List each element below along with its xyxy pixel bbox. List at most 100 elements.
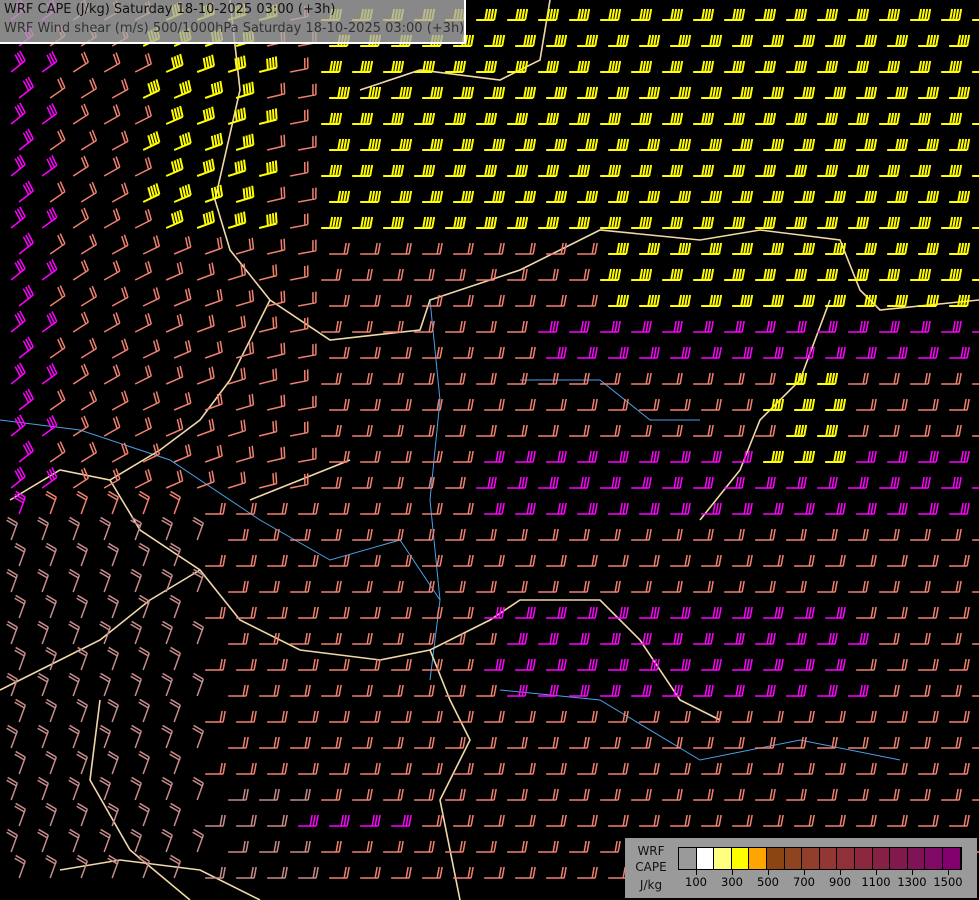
- wind-barb: [515, 814, 536, 827]
- wind-barb: [484, 710, 505, 723]
- wind-barb: [14, 646, 27, 671]
- wind-barb: [484, 138, 506, 151]
- wind-barb: [600, 476, 621, 489]
- wind-barb: [298, 658, 319, 671]
- wind-barb: [631, 528, 652, 541]
- wind-barb: [476, 632, 497, 645]
- wind-barb: [848, 8, 870, 21]
- wind-barb: [569, 736, 590, 749]
- wind-barb: [360, 450, 381, 463]
- wind-barb: [910, 216, 932, 229]
- wind-barb: [507, 528, 528, 541]
- wind-barb: [662, 268, 684, 281]
- wind-barb: [972, 279, 979, 281]
- wind-barb: [507, 112, 529, 125]
- wind-barb: [887, 190, 909, 203]
- wind-barb: [391, 866, 412, 879]
- wind-barb: [360, 606, 381, 619]
- wind-barb: [445, 788, 466, 801]
- wind-barb: [631, 8, 653, 21]
- wind-barb: [763, 606, 784, 619]
- wind-barb: [99, 516, 112, 541]
- wind-barb: [724, 372, 745, 385]
- wind-barb: [298, 814, 319, 827]
- wind-barb: [72, 103, 89, 125]
- legend-swatch: [907, 848, 926, 869]
- wind-barb: [887, 86, 909, 99]
- wind-barb: [453, 502, 474, 515]
- wind-barb: [639, 190, 661, 203]
- wind-barb: [941, 60, 963, 73]
- river-line: [0, 419, 441, 681]
- wind-barb: [879, 8, 901, 21]
- wind-barb: [701, 86, 723, 99]
- wind-barb: [267, 762, 288, 775]
- wind-barb: [453, 294, 474, 307]
- wind-barb: [546, 86, 568, 99]
- wind-barb: [414, 268, 435, 281]
- wind-barb: [173, 183, 192, 203]
- wind-barb: [391, 86, 413, 99]
- wind-barb: [577, 346, 598, 359]
- wind-barb: [258, 212, 278, 229]
- wind-barb: [538, 632, 559, 645]
- wind-barb: [37, 776, 50, 801]
- wind-barb: [794, 762, 815, 775]
- wind-barb: [72, 259, 89, 281]
- wind-barb: [538, 476, 559, 489]
- wind-barb: [724, 788, 745, 801]
- wind-barb: [138, 646, 151, 671]
- wind-barb: [507, 684, 528, 697]
- wind-barb: [266, 238, 286, 255]
- wind-barb: [41, 155, 58, 177]
- wind-barb: [360, 502, 381, 515]
- wind-barb: [298, 239, 317, 255]
- map-title-box: WRF CAPE (J/kg) Saturday 18-10-2025 03:0…: [0, 0, 466, 44]
- wind-barb: [103, 156, 121, 177]
- wind-barb: [569, 320, 590, 333]
- wind-barb: [111, 130, 129, 151]
- wind-barb: [887, 346, 908, 359]
- wind-barb: [693, 372, 714, 385]
- wind-barb: [414, 216, 436, 229]
- wind-barb: [72, 207, 89, 229]
- wind-barb: [825, 710, 846, 723]
- wind-barb: [786, 476, 807, 489]
- wind-barb: [794, 814, 815, 827]
- wind-barb: [422, 138, 444, 151]
- wind-barb: [794, 190, 816, 203]
- wind-barb: [972, 799, 979, 801]
- wind-barb: [107, 646, 120, 671]
- wind-barb: [68, 776, 81, 801]
- wind-barb: [887, 398, 908, 411]
- wind-barb: [732, 294, 754, 307]
- wind-barb: [422, 86, 444, 99]
- wind-barb: [972, 539, 979, 541]
- wind-barb: [49, 441, 66, 463]
- wind-barb: [600, 320, 621, 333]
- wind-barb: [414, 528, 435, 541]
- wind-barb: [755, 164, 777, 177]
- wind-barb: [577, 398, 598, 411]
- legend-tick-label: 900: [829, 875, 851, 889]
- wind-barb: [825, 502, 846, 515]
- legend-swatch: [819, 848, 838, 869]
- wind-barb: [68, 724, 81, 749]
- wind-barb: [169, 698, 182, 723]
- wind-barb: [329, 502, 350, 515]
- wind-barb: [196, 314, 215, 333]
- wind-barb: [45, 594, 58, 619]
- wind-barb: [445, 60, 467, 73]
- wind-barb: [763, 346, 784, 359]
- wind-barb: [724, 60, 746, 73]
- wind-barb: [755, 684, 776, 697]
- wind-barb: [569, 476, 590, 489]
- wind-barb: [817, 632, 838, 645]
- wind-barb: [165, 209, 184, 229]
- wind-barb: [887, 710, 908, 723]
- wind-barb: [236, 710, 257, 723]
- wind-barb: [887, 606, 908, 619]
- wind-barb: [227, 471, 247, 489]
- wind-barb: [41, 311, 58, 333]
- wind-barb: [693, 684, 714, 697]
